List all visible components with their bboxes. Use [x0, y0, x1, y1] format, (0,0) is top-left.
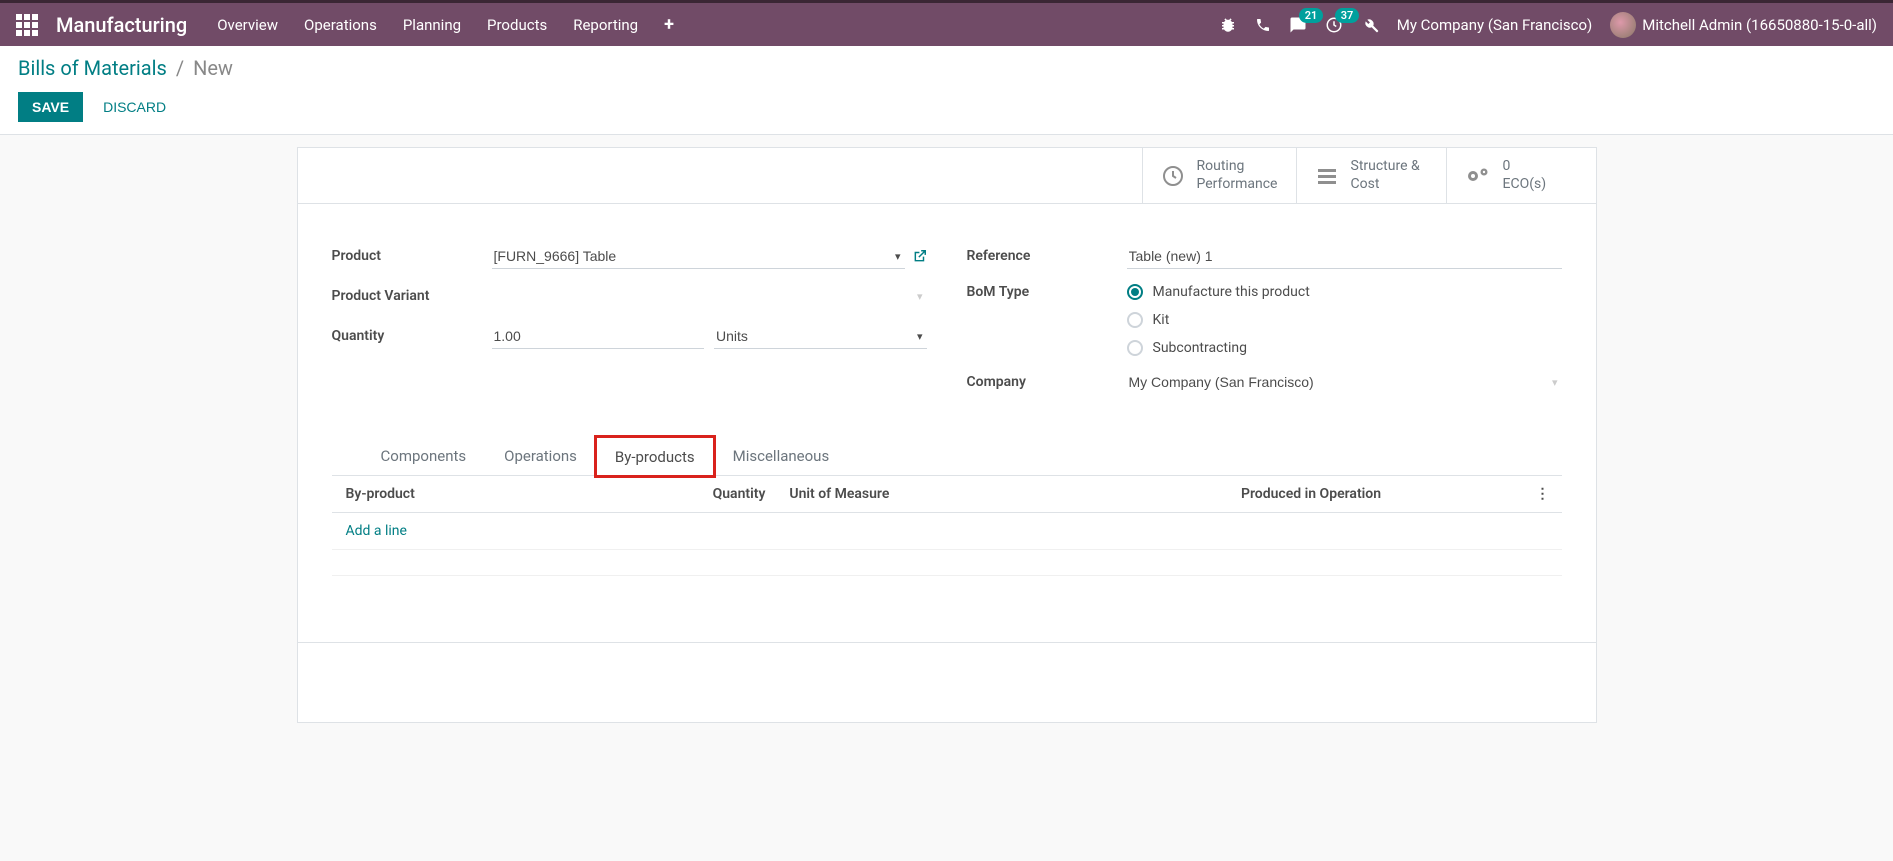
radio-unchecked-icon [1127, 312, 1143, 328]
radio-sub-label: Subcontracting [1153, 340, 1248, 356]
tab-byproducts[interactable]: By-products [596, 437, 714, 476]
activities-icon[interactable]: 37 [1325, 16, 1343, 34]
user-menu[interactable]: Mitchell Admin (16650880-15-0-all) [1610, 12, 1877, 38]
control-panel: Bills of Materials / New SAVE DISCARD [0, 46, 1893, 135]
breadcrumb-current: New [193, 56, 233, 80]
clock-icon [1161, 164, 1185, 188]
tab-components[interactable]: Components [362, 436, 486, 475]
top-nav: Manufacturing Overview Operations Planni… [0, 0, 1893, 46]
col-quantity[interactable]: Quantity [578, 476, 777, 513]
col-uom[interactable]: Unit of Measure [777, 476, 1098, 513]
label-reference: Reference [967, 248, 1127, 264]
form-left-column: Product ▾ Product Variant [332, 242, 927, 408]
stat-routing-performance[interactable]: Routing Performance [1142, 148, 1296, 203]
stat-struct-line1: Structure & [1351, 158, 1420, 176]
form-sheet: Routing Performance Structure & Cost 0 [297, 147, 1597, 723]
radio-subcontracting[interactable]: Subcontracting [1127, 340, 1562, 356]
product-input[interactable] [492, 244, 905, 269]
tab-operations[interactable]: Operations [485, 436, 596, 475]
external-link-icon[interactable] [913, 249, 927, 263]
label-bom-type: BoM Type [967, 282, 1127, 300]
uom-input[interactable] [714, 324, 927, 349]
notebook-tabs: Components Operations By-products Miscel… [332, 436, 1562, 476]
systray: 21 37 My Company (San Francisco) Mitchel… [1219, 12, 1877, 38]
col-produced[interactable]: Produced in Operation [1099, 476, 1524, 513]
stat-eco-count: 0 [1503, 158, 1547, 176]
sheet-footer-spacer [298, 642, 1596, 722]
breadcrumb-separator: / [176, 56, 184, 80]
radio-unchecked-icon [1127, 340, 1143, 356]
company-switcher[interactable]: My Company (San Francisco) [1397, 16, 1592, 34]
reference-input[interactable] [1127, 244, 1562, 269]
messages-badge: 21 [1299, 8, 1324, 23]
save-button[interactable]: SAVE [18, 92, 83, 122]
stat-buttons: Routing Performance Structure & Cost 0 [298, 148, 1596, 204]
label-product: Product [332, 248, 492, 264]
col-byproduct[interactable]: By-product [332, 476, 579, 513]
user-name: Mitchell Admin (16650880-15-0-all) [1642, 16, 1877, 34]
menu-overview[interactable]: Overview [217, 16, 278, 34]
menu-products[interactable]: Products [487, 16, 547, 34]
label-company: Company [967, 374, 1127, 390]
label-quantity: Quantity [332, 328, 492, 344]
radio-kit-label: Kit [1153, 312, 1170, 328]
list-icon [1315, 164, 1339, 188]
stat-eco-label: ECO(s) [1503, 176, 1547, 194]
stat-struct-line2: Cost [1351, 176, 1420, 194]
discard-button[interactable]: DISCARD [99, 92, 170, 122]
table-row: Add a line [332, 513, 1562, 550]
messages-icon[interactable]: 21 [1289, 16, 1307, 34]
tools-icon[interactable] [1361, 16, 1379, 34]
user-avatar [1610, 12, 1636, 38]
radio-checked-icon [1127, 284, 1143, 300]
stat-routing-line2: Performance [1197, 176, 1278, 194]
phone-icon[interactable] [1255, 17, 1271, 33]
label-variant: Product Variant [332, 288, 492, 304]
menu-planning[interactable]: Planning [403, 16, 461, 34]
add-line-link[interactable]: Add a line [346, 523, 407, 539]
add-menu-icon[interactable]: + [664, 14, 674, 35]
menu-reporting[interactable]: Reporting [573, 16, 638, 34]
byproducts-table: By-product Quantity Unit of Measure Prod… [332, 476, 1562, 602]
radio-kit[interactable]: Kit [1127, 312, 1562, 328]
main-menu: Overview Operations Planning Products Re… [217, 14, 674, 35]
stat-structure-cost[interactable]: Structure & Cost [1296, 148, 1446, 203]
form-right-column: Reference BoM Type Manufacture this prod… [967, 242, 1562, 408]
menu-operations[interactable]: Operations [304, 16, 377, 34]
breadcrumb-root[interactable]: Bills of Materials [18, 56, 167, 80]
stat-ecos[interactable]: 0 ECO(s) [1446, 148, 1596, 203]
company-input[interactable] [1127, 370, 1562, 395]
quantity-input[interactable] [492, 324, 705, 349]
stat-routing-line1: Routing [1197, 158, 1278, 176]
variant-input[interactable] [492, 284, 927, 309]
activities-badge: 37 [1335, 8, 1360, 23]
apps-icon[interactable] [16, 14, 40, 36]
tab-misc[interactable]: Miscellaneous [714, 436, 849, 475]
breadcrumb: Bills of Materials / New [18, 56, 1875, 80]
bug-icon[interactable] [1219, 16, 1237, 34]
col-options-icon[interactable]: ⋮ [1524, 476, 1562, 513]
radio-manufacture-label: Manufacture this product [1153, 284, 1310, 300]
gears-icon [1465, 164, 1491, 188]
radio-manufacture[interactable]: Manufacture this product [1127, 284, 1562, 300]
brand-title[interactable]: Manufacturing [56, 13, 187, 37]
